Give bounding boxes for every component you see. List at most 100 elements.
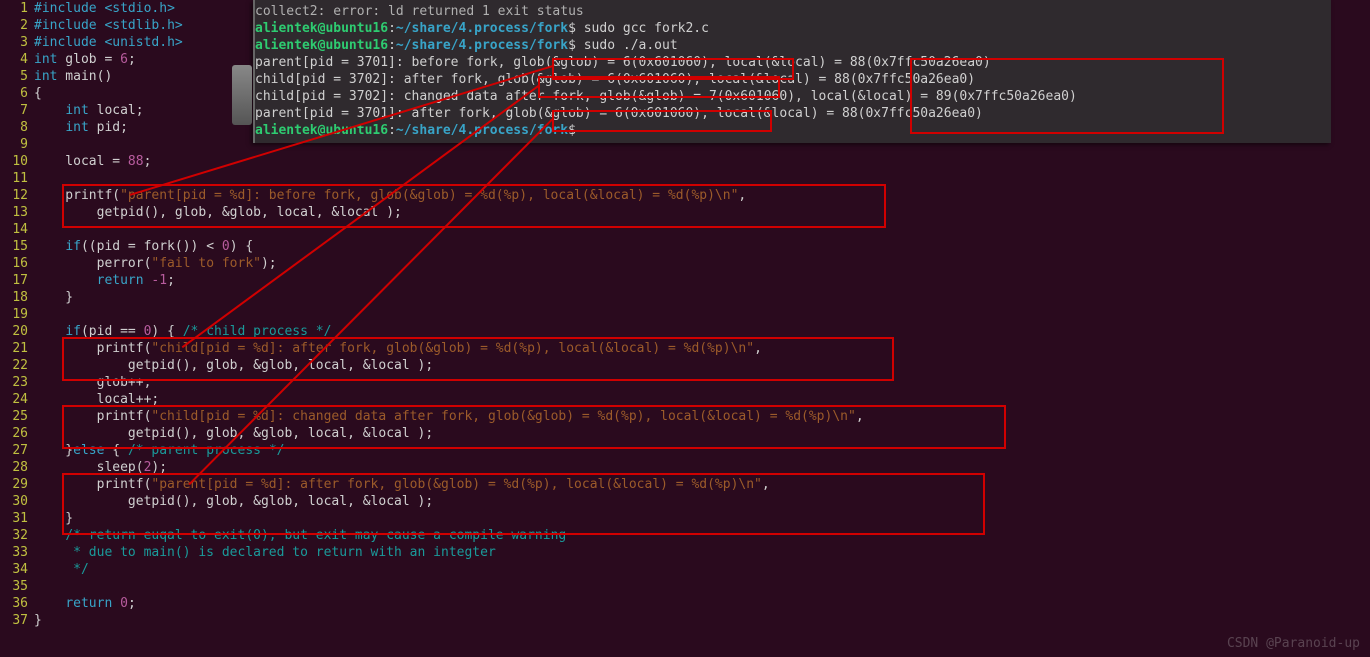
code-content[interactable]: }	[34, 612, 42, 629]
terminal-line[interactable]: alientek@ubuntu16:~/share/4.process/fork…	[255, 20, 1331, 37]
line-number: 16	[0, 255, 34, 272]
code-line[interactable]: 11	[0, 170, 1370, 187]
code-line[interactable]: 23 glob++;	[0, 374, 1370, 391]
line-number: 26	[0, 425, 34, 442]
code-line[interactable]: 29 printf("parent[pid = %d]: after fork,…	[0, 476, 1370, 493]
terminal-line[interactable]: parent[pid = 3701]: after fork, glob(&gl…	[255, 105, 1331, 122]
line-number: 23	[0, 374, 34, 391]
code-line[interactable]: 26 getpid(), glob, &glob, local, &local …	[0, 425, 1370, 442]
code-line[interactable]: 28 sleep(2);	[0, 459, 1370, 476]
code-content[interactable]: getpid(), glob, &glob, local, &local );	[34, 493, 433, 510]
code-content[interactable]: }	[34, 510, 73, 527]
code-content[interactable]: if(pid == 0) { /* child process */	[34, 323, 331, 340]
code-content[interactable]: glob++;	[34, 374, 151, 391]
code-line[interactable]: 30 getpid(), glob, &glob, local, &local …	[0, 493, 1370, 510]
line-number: 27	[0, 442, 34, 459]
terminal-line[interactable]: alientek@ubuntu16:~/share/4.process/fork…	[255, 37, 1331, 54]
code-content[interactable]: getpid(), glob, &glob, local, &local );	[34, 357, 433, 374]
code-content[interactable]: int main()	[34, 68, 112, 85]
code-line[interactable]: 18 }	[0, 289, 1370, 306]
code-line[interactable]: 17 return -1;	[0, 272, 1370, 289]
line-number: 24	[0, 391, 34, 408]
code-content[interactable]: return -1;	[34, 272, 175, 289]
avatar-icon	[232, 65, 252, 125]
code-content[interactable]: printf("child[pid = %d]: changed data af…	[34, 408, 864, 425]
terminal-line[interactable]: child[pid = 3702]: changed data after fo…	[255, 88, 1331, 105]
line-number: 13	[0, 204, 34, 221]
line-number: 36	[0, 595, 34, 612]
code-content[interactable]: #include <stdio.h>	[34, 0, 175, 17]
line-number: 29	[0, 476, 34, 493]
line-number: 2	[0, 17, 34, 34]
code-line[interactable]: 34 */	[0, 561, 1370, 578]
code-content[interactable]: #include <stdlib.h>	[34, 17, 183, 34]
line-number: 21	[0, 340, 34, 357]
terminal-overlay[interactable]: collect2: error: ld returned 1 exit stat…	[253, 0, 1331, 143]
code-content[interactable]: perror("fail to fork");	[34, 255, 277, 272]
code-content[interactable]: sleep(2);	[34, 459, 167, 476]
line-number: 9	[0, 136, 34, 153]
line-number: 14	[0, 221, 34, 238]
code-line[interactable]: 22 getpid(), glob, &glob, local, &local …	[0, 357, 1370, 374]
code-content[interactable]: }	[34, 289, 73, 306]
line-number: 20	[0, 323, 34, 340]
code-content[interactable]: local++;	[34, 391, 159, 408]
code-content[interactable]: */	[34, 561, 89, 578]
line-number: 11	[0, 170, 34, 187]
code-line[interactable]: 15 if((pid = fork()) < 0) {	[0, 238, 1370, 255]
watermark-text: CSDN @Paranoid-up	[1227, 636, 1360, 651]
line-number: 32	[0, 527, 34, 544]
line-number: 3	[0, 34, 34, 51]
code-line[interactable]: 13 getpid(), glob, &glob, local, &local …	[0, 204, 1370, 221]
code-line[interactable]: 24 local++;	[0, 391, 1370, 408]
code-line[interactable]: 25 printf("child[pid = %d]: changed data…	[0, 408, 1370, 425]
code-content[interactable]: {	[34, 85, 42, 102]
line-number: 37	[0, 612, 34, 629]
code-line[interactable]: 32 /* return euqal to exit(0), but exit …	[0, 527, 1370, 544]
line-number: 10	[0, 153, 34, 170]
code-content[interactable]: getpid(), glob, &glob, local, &local );	[34, 204, 402, 221]
code-line[interactable]: 33 * due to main() is declared to return…	[0, 544, 1370, 561]
code-content[interactable]: int pid;	[34, 119, 128, 136]
code-line[interactable]: 12 printf("parent[pid = %d]: before fork…	[0, 187, 1370, 204]
code-line[interactable]: 31 }	[0, 510, 1370, 527]
code-line[interactable]: 16 perror("fail to fork");	[0, 255, 1370, 272]
code-content[interactable]: if((pid = fork()) < 0) {	[34, 238, 253, 255]
line-number: 15	[0, 238, 34, 255]
code-line[interactable]: 19	[0, 306, 1370, 323]
code-content[interactable]: printf("parent[pid = %d]: after fork, gl…	[34, 476, 770, 493]
code-line[interactable]: 14	[0, 221, 1370, 238]
code-content[interactable]: printf("child[pid = %d]: after fork, glo…	[34, 340, 762, 357]
terminal-line[interactable]: parent[pid = 3701]: before fork, glob(&g…	[255, 54, 1331, 71]
line-number: 18	[0, 289, 34, 306]
terminal-line[interactable]: alientek@ubuntu16:~/share/4.process/fork…	[255, 122, 1331, 139]
code-line[interactable]: 21 printf("child[pid = %d]: after fork, …	[0, 340, 1370, 357]
code-content[interactable]: /* return euqal to exit(0), but exit may…	[34, 527, 566, 544]
code-line[interactable]: 36 return 0;	[0, 595, 1370, 612]
line-number: 33	[0, 544, 34, 561]
code-line[interactable]: 35	[0, 578, 1370, 595]
code-content[interactable]: return 0;	[34, 595, 136, 612]
line-number: 5	[0, 68, 34, 85]
code-content[interactable]: int local;	[34, 102, 144, 119]
code-content[interactable]: local = 88;	[34, 153, 151, 170]
line-number: 4	[0, 51, 34, 68]
code-line[interactable]: 27 }else { /* parent process */	[0, 442, 1370, 459]
code-content[interactable]: int glob = 6;	[34, 51, 136, 68]
terminal-line[interactable]: child[pid = 3702]: after fork, glob(&glo…	[255, 71, 1331, 88]
code-line[interactable]: 20 if(pid == 0) { /* child process */	[0, 323, 1370, 340]
line-number: 34	[0, 561, 34, 578]
code-content[interactable]: * due to main() is declared to return wi…	[34, 544, 496, 561]
code-content[interactable]: #include <unistd.h>	[34, 34, 183, 51]
line-number: 7	[0, 102, 34, 119]
code-content[interactable]: getpid(), glob, &glob, local, &local );	[34, 425, 433, 442]
code-line[interactable]: 37}	[0, 612, 1370, 629]
line-number: 12	[0, 187, 34, 204]
code-content[interactable]: }else { /* parent process */	[34, 442, 284, 459]
line-number: 22	[0, 357, 34, 374]
terminal-line[interactable]: collect2: error: ld returned 1 exit stat…	[255, 3, 1331, 20]
line-number: 1	[0, 0, 34, 17]
code-line[interactable]: 10 local = 88;	[0, 153, 1370, 170]
code-content[interactable]: printf("parent[pid = %d]: before fork, g…	[34, 187, 746, 204]
line-number: 25	[0, 408, 34, 425]
